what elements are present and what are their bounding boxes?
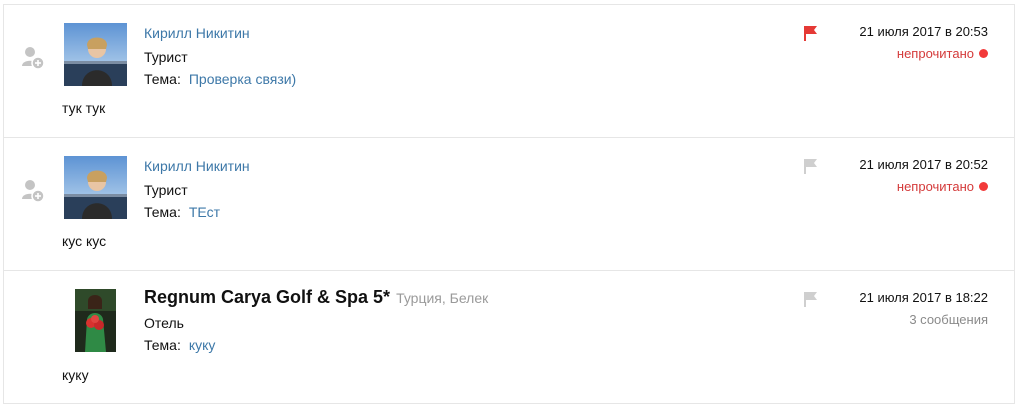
flag-icon[interactable] <box>801 24 819 42</box>
hotel-name[interactable]: Regnum Carya Golf & Spa 5* <box>144 287 390 307</box>
message-text: кус кус <box>62 233 107 249</box>
unread-dot-icon <box>979 182 988 191</box>
topic-link[interactable]: Проверка связи) <box>189 71 296 87</box>
topic-label: Тема: <box>144 204 181 220</box>
status-unread: непрочитано <box>897 46 988 61</box>
hotel-location: Турция, Белек <box>396 290 489 306</box>
message-item[interactable]: Regnum Carya Golf & Spa 5* Турция, Белек … <box>4 271 1014 403</box>
sender-name[interactable]: Кирилл Никитин <box>144 25 250 41</box>
messages-page: Кирилл Никитин Турист Тема: Проверка связ… <box>0 0 1018 407</box>
message-text: тук тук <box>62 100 106 116</box>
topic-row: Тема: куку <box>144 337 215 353</box>
sender-role: Отель <box>144 315 184 331</box>
message-date: 21 июля 2017 в 18:22 <box>859 290 988 305</box>
hotel-avatar[interactable] <box>75 289 116 352</box>
sender-role: Турист <box>144 182 188 198</box>
flag-icon[interactable] <box>801 290 819 308</box>
status-text: непрочитано <box>896 179 974 194</box>
sender-name[interactable]: Кирилл Никитин <box>144 158 250 174</box>
status-text: непрочитано <box>896 46 974 61</box>
user-photo <box>64 23 127 86</box>
hotel-name-row: Regnum Carya Golf & Spa 5* Турция, Белек <box>144 287 488 308</box>
avatar[interactable] <box>64 156 127 219</box>
add-contact-icon[interactable] <box>20 45 46 71</box>
flag-icon[interactable] <box>801 157 819 175</box>
message-date: 21 июля 2017 в 20:53 <box>859 24 988 39</box>
add-contact-icon[interactable] <box>20 178 46 204</box>
topic-link[interactable]: ТЕст <box>189 204 220 220</box>
topic-label: Тема: <box>144 337 181 353</box>
message-text: куку <box>62 367 89 383</box>
message-date: 21 июля 2017 в 20:52 <box>859 157 988 172</box>
message-item[interactable]: Кирилл Никитин Турист Тема: ТЕст кус кус … <box>4 138 1014 271</box>
message-list: Кирилл Никитин Турист Тема: Проверка связ… <box>3 4 1015 404</box>
hotel-photo <box>75 289 116 352</box>
avatar[interactable] <box>64 23 127 86</box>
status-unread: непрочитано <box>897 179 988 194</box>
sender-role: Турист <box>144 49 188 65</box>
message-count[interactable]: 3 сообщения <box>909 312 988 327</box>
topic-row: Тема: ТЕст <box>144 204 220 220</box>
message-item[interactable]: Кирилл Никитин Турист Тема: Проверка связ… <box>4 5 1014 138</box>
topic-link[interactable]: куку <box>189 337 216 353</box>
user-photo <box>64 156 127 219</box>
topic-label: Тема: <box>144 71 181 87</box>
unread-dot-icon <box>979 49 988 58</box>
topic-row: Тема: Проверка связи) <box>144 71 296 87</box>
